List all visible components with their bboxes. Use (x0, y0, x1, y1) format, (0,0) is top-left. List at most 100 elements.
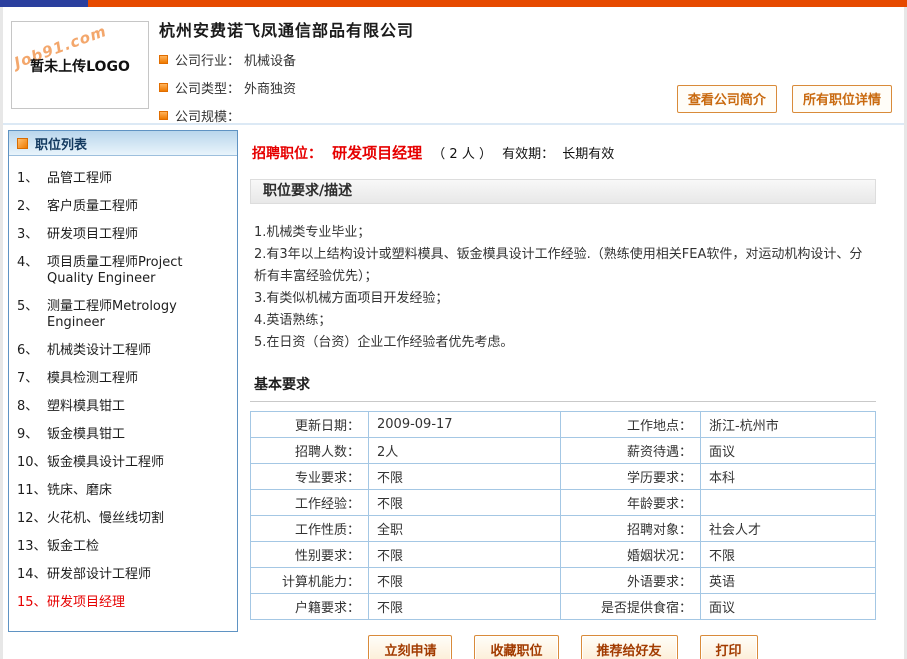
page-sheet: Job91.com 暂未上传LOGO 杭州安费诺飞凤通信部品有限公司 公司行业：… (3, 7, 904, 651)
table-row: 工作经验： 不限 年龄要求： (251, 490, 876, 516)
sidebar-item-8[interactable]: 8、塑料模具钳工 (13, 393, 233, 421)
sidebar-item-15-current[interactable]: 15、研发项目经理 (13, 589, 233, 617)
company-logo-placeholder: Job91.com 暂未上传LOGO (11, 21, 149, 109)
all-positions-button[interactable]: 所有职位详情 (792, 85, 892, 113)
apply-now-button[interactable]: 立刻申请 (368, 635, 452, 659)
table-row: 更新日期： 2009-09-17 工作地点： 浙江-杭州市 (251, 412, 876, 438)
top-stripe (0, 0, 907, 7)
field-label: 工作经验： (251, 490, 369, 516)
desc-line: 1.机械类专业毕业； (254, 222, 874, 244)
orange-square-icon (159, 83, 168, 92)
job-detail-main: 招聘职位： 研发项目经理 （ 2 人 ） 有效期： 长期有效 职位要求/描述 1… (238, 130, 898, 659)
validity-value: 长期有效 (562, 147, 614, 162)
field-label: 性别要求： (251, 542, 369, 568)
field-label: 工作地点： (561, 412, 701, 438)
sidebar-title: 职位列表 (35, 134, 87, 153)
logo-placeholder-text: 暂未上传LOGO (12, 56, 148, 76)
sidebar-item-3[interactable]: 3、研发项目工程师 (13, 221, 233, 249)
posting-title-line: 招聘职位： 研发项目经理 （ 2 人 ） 有效期： 长期有效 (252, 142, 876, 163)
save-job-button[interactable]: 收藏职位 (474, 635, 558, 659)
field-value: 2009-09-17 (369, 412, 561, 438)
company-name: 杭州安费诺飞凤通信部品有限公司 (159, 17, 904, 41)
posting-job-title: 研发项目经理 (332, 144, 422, 162)
field-value: 英语 (701, 568, 876, 594)
desc-line: 4.英语熟练； (254, 310, 874, 332)
field-label: 薪资待遇： (561, 438, 701, 464)
field-value: 不限 (369, 542, 561, 568)
validity-label: 有效期： (502, 147, 554, 162)
table-row: 招聘人数： 2人 薪资待遇： 面议 (251, 438, 876, 464)
job-description-text: 1.机械类专业毕业； 2.有3年以上结构设计或塑料模具、钣金模具设计工作经验.（… (254, 222, 874, 354)
field-value: 不限 (369, 594, 561, 620)
sidebar-item-14[interactable]: 14、研发部设计工程师 (13, 561, 233, 589)
field-label: 年龄要求： (561, 490, 701, 516)
position-list-sidebar: 职位列表 1、品管工程师 2、客户质量工程师 3、研发项目工程师 4、项目质量工… (8, 130, 238, 632)
requirements-table: 更新日期： 2009-09-17 工作地点： 浙江-杭州市 招聘人数： 2人 薪… (250, 411, 876, 620)
sidebar-item-6[interactable]: 6、机械类设计工程师 (13, 337, 233, 365)
section-basic-requirements-header: 基本要求 (250, 374, 876, 402)
job-list: 1、品管工程师 2、客户质量工程师 3、研发项目工程师 4、项目质量工程师Pro… (9, 156, 237, 631)
sidebar-item-13[interactable]: 13、钣金工检 (13, 533, 233, 561)
field-label: 招聘人数： (251, 438, 369, 464)
field-value: 不限 (369, 568, 561, 594)
field-value: 不限 (369, 464, 561, 490)
field-label: 更新日期： (251, 412, 369, 438)
orange-square-icon (159, 111, 168, 120)
table-row: 工作性质： 全职 招聘对象： 社会人才 (251, 516, 876, 542)
company-industry-row: 公司行业： 机械设备 (159, 50, 904, 69)
field-label: 计算机能力： (251, 568, 369, 594)
field-label: 公司类型： (175, 78, 240, 97)
sidebar-item-9[interactable]: 9、钣金模具钳工 (13, 421, 233, 449)
field-value: 机械设备 (244, 50, 296, 69)
field-label: 户籍要求： (251, 594, 369, 620)
field-value: 浙江-杭州市 (701, 412, 876, 438)
field-value: 不限 (369, 490, 561, 516)
posting-headcount: （ 2 人 ） (432, 147, 492, 162)
field-label: 学历要求： (561, 464, 701, 490)
field-value: 2人 (369, 438, 561, 464)
field-value: 全职 (369, 516, 561, 542)
field-value: 面议 (701, 438, 876, 464)
sidebar-item-5[interactable]: 5、测量工程师Metrology Engineer (13, 293, 233, 337)
section-job-description-header: 职位要求/描述 (250, 179, 876, 204)
field-value: 不限 (701, 542, 876, 568)
sidebar-item-10[interactable]: 10、钣金模具设计工程师 (13, 449, 233, 477)
orange-square-icon (159, 55, 168, 64)
field-value: 社会人才 (701, 516, 876, 542)
list-icon (17, 138, 28, 149)
sidebar-item-1[interactable]: 1、品管工程师 (13, 165, 233, 193)
sidebar-item-11[interactable]: 11、铣床、磨床 (13, 477, 233, 505)
field-value: 外商独资 (244, 78, 296, 97)
desc-line: 2.有3年以上结构设计或塑料模具、钣金模具设计工作经验.（熟练使用相关FEA软件… (254, 244, 874, 288)
field-value (701, 490, 876, 516)
view-company-profile-button[interactable]: 查看公司简介 (677, 85, 777, 113)
recommend-to-friend-button[interactable]: 推荐给好友 (581, 635, 678, 659)
page: Job91.com 暂未上传LOGO 杭州安费诺飞凤通信部品有限公司 公司行业：… (0, 0, 907, 659)
top-stripe-orange (88, 0, 907, 7)
field-label: 招聘对象： (561, 516, 701, 542)
header-buttons: 查看公司简介 所有职位详情 (667, 85, 892, 113)
field-label: 公司规模： (175, 106, 240, 125)
sidebar-header: 职位列表 (9, 131, 237, 156)
sidebar-item-4[interactable]: 4、项目质量工程师Project Quality Engineer (13, 249, 233, 293)
desc-line: 5.在日资（台资）企业工作经验者优先考虑。 (254, 332, 874, 354)
print-button[interactable]: 打印 (700, 635, 758, 659)
table-row: 性别要求： 不限 婚姻状况： 不限 (251, 542, 876, 568)
field-value: 本科 (701, 464, 876, 490)
field-value: 面议 (701, 594, 876, 620)
desc-line: 3.有类似机械方面项目开发经验； (254, 288, 874, 310)
sidebar-item-12[interactable]: 12、火花机、慢丝线切割 (13, 505, 233, 533)
sidebar-item-7[interactable]: 7、模具检测工程师 (13, 365, 233, 393)
content-area: 职位列表 1、品管工程师 2、客户质量工程师 3、研发项目工程师 4、项目质量工… (3, 123, 904, 659)
table-row: 计算机能力： 不限 外语要求： 英语 (251, 568, 876, 594)
field-label: 工作性质： (251, 516, 369, 542)
field-label: 是否提供食宿： (561, 594, 701, 620)
field-label: 公司行业： (175, 50, 240, 69)
field-label: 婚姻状况： (561, 542, 701, 568)
company-header: Job91.com 暂未上传LOGO 杭州安费诺飞凤通信部品有限公司 公司行业：… (3, 7, 904, 123)
field-label: 外语要求： (561, 568, 701, 594)
sidebar-item-2[interactable]: 2、客户质量工程师 (13, 193, 233, 221)
posting-label: 招聘职位： (252, 146, 322, 162)
field-label: 专业要求： (251, 464, 369, 490)
action-buttons: 立刻申请 收藏职位 推荐给好友 打印 (250, 635, 876, 659)
